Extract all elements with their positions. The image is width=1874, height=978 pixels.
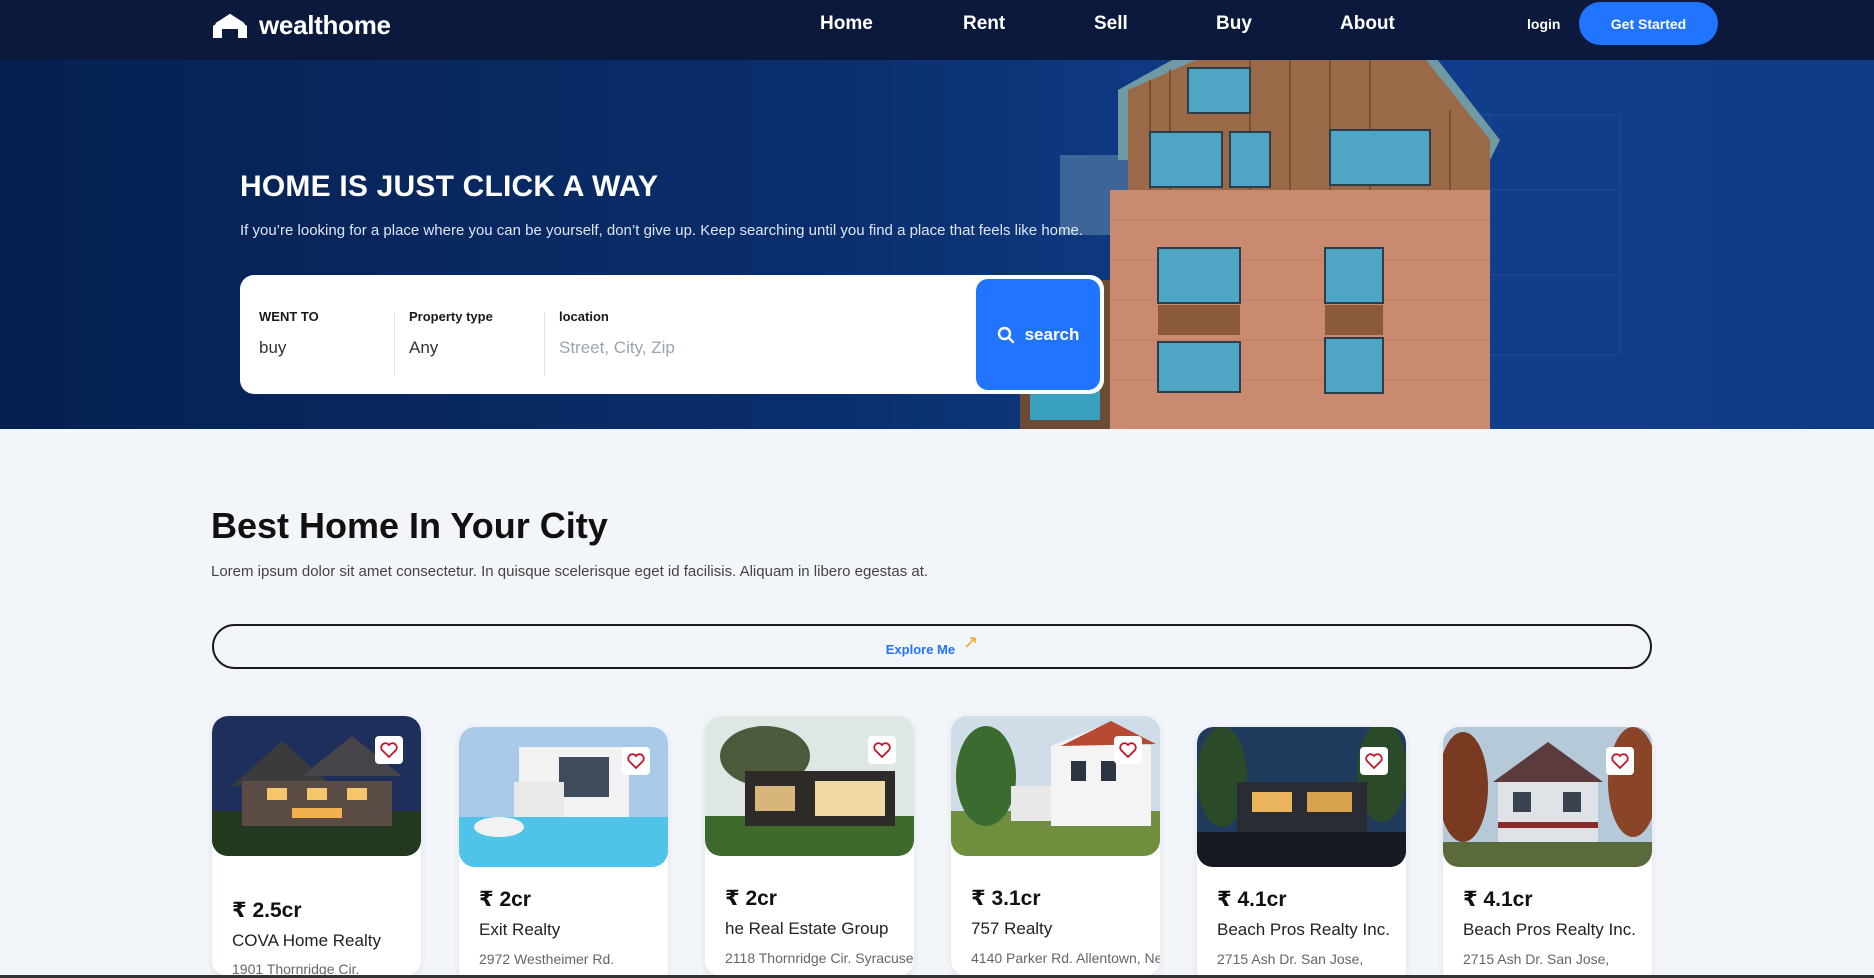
went-to-value[interactable]: buy [259,338,319,358]
brand-logo[interactable]: wealthome [211,10,391,41]
login-link[interactable]: login [1527,16,1560,32]
explore-button[interactable]: Explore Me ↗ [212,624,1652,669]
get-started-button[interactable]: Get Started [1579,2,1718,45]
listing-price: ₹ 4.1cr [1217,888,1287,911]
search-panel: WENT TO buy Property type Any location S… [240,275,1104,394]
listing-agency: COVA Home Realty [232,931,381,950]
hero-subtitle: If you’re looking for a place where you … [240,222,1084,239]
listing-agency: Beach Pros Realty Inc. [1217,920,1390,939]
listing-price: ₹ 2cr [725,887,777,910]
listing-address: 2972 Westheimer Rd. [479,951,615,967]
listing-agency: Beach Pros Realty Inc. [1463,920,1636,939]
nav-rent[interactable]: Rent [963,13,1005,35]
section-subtitle: Lorem ipsum dolor sit amet consectetur. … [211,563,929,580]
listing-agency: 757 Realty [971,919,1053,938]
listing-price: ₹ 2cr [479,888,531,911]
field-divider [394,312,395,376]
listing-price: ₹ 3.1cr [971,887,1041,910]
search-icon [997,326,1014,343]
heart-icon[interactable] [1114,736,1142,764]
search-button-label: search [1024,324,1080,344]
section-title: Best Home In Your City [211,505,608,546]
heart-icon[interactable] [868,736,896,764]
brand-name: wealthome [259,10,391,40]
listing-address: 4140 Parker Rd. Allentown, New Mexico [971,950,1160,966]
hero-title: HOME IS JUST CLICK A WAY [240,170,659,203]
location-input[interactable]: Street, City, Zip [559,338,675,358]
heart-icon[interactable] [1606,747,1634,775]
hero-banner: HOME IS JUST CLICK A WAY If you’re looki… [0,60,1874,429]
location-label: location [559,309,609,324]
property-type-value[interactable]: Any [409,338,493,358]
went-to-label: WENT TO [259,309,319,324]
listing-card[interactable]: ₹ 4.1cr Beach Pros Realty Inc. 2715 Ash … [1443,727,1652,978]
listing-card[interactable]: ₹ 2cr Exit Realty 2972 Westheimer Rd. [459,727,668,978]
nav-home[interactable]: Home [820,13,873,35]
search-button[interactable]: search [976,279,1100,390]
heart-icon[interactable] [622,747,650,775]
listing-agency: Exit Realty [479,920,561,939]
explore-label: Explore Me [885,642,956,657]
listing-address: 2118 Thornridge Cir. Syracuse, Connectic… [725,950,914,966]
location-field[interactable]: location Street, City, Zip [559,309,675,358]
top-navbar: wealthome Home Rent Sell Buy About login… [0,0,1874,60]
nav-buy[interactable]: Buy [1216,13,1252,35]
listing-card[interactable]: ₹ 3.1cr 757 Realty 4140 Parker Rd. Allen… [951,716,1160,976]
listing-price: ₹ 4.1cr [1463,888,1533,911]
listing-address: 2715 Ash Dr. San Jose, [1463,951,1610,967]
heart-icon[interactable] [375,736,403,764]
listing-price: ₹ 2.5cr [232,899,302,922]
property-type-label: Property type [409,309,493,324]
house-logo-icon [213,13,247,38]
went-to-field[interactable]: WENT TO buy [259,309,319,358]
nav-about[interactable]: About [1340,13,1395,35]
nav-sell[interactable]: Sell [1094,13,1128,35]
heart-icon[interactable] [1360,747,1388,775]
listing-agency: he Real Estate Group [725,919,889,938]
listing-address: 1901 Thornridge Cir. [232,961,360,976]
arrow-up-right-icon: ↗ [963,632,979,652]
listing-card[interactable]: ₹ 4.1cr Beach Pros Realty Inc. 2715 Ash … [1197,727,1406,978]
property-type-field[interactable]: Property type Any [409,309,493,358]
listing-card[interactable]: ₹ 2.5cr COVA Home Realty 1901 Thornridge… [212,716,421,976]
listing-address: 2715 Ash Dr. San Jose, [1217,951,1364,967]
field-divider [544,312,545,376]
listing-card[interactable]: ₹ 2cr he Real Estate Group 2118 Thornrid… [705,716,914,976]
